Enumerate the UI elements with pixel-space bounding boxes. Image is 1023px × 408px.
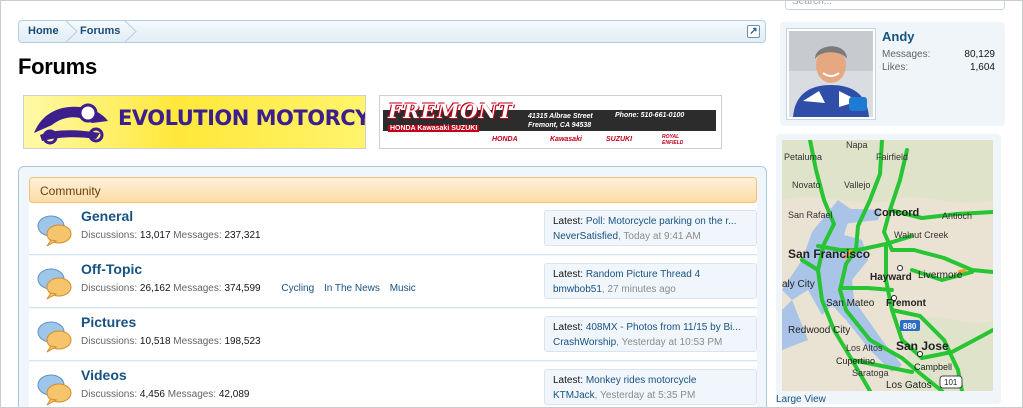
svg-text:Redwood City: Redwood City [788,325,850,336]
svg-text:Los Altos: Los Altos [846,343,883,353]
messages-count: 80,129 [964,49,995,60]
latest-post-user[interactable]: bmwbob51 [553,284,602,295]
highway-880-shield: 880 [903,322,917,331]
svg-text:San Mateo: San Mateo [826,298,875,309]
forum-node-pictures: Pictures Discussions: 10,518 Messages: 1… [29,309,757,361]
forum-chat-bubbles-icon [37,321,72,353]
svg-text:Hayward: Hayward [870,272,912,283]
likes-count: 1,604 [969,62,995,73]
page-title: Forums [18,54,97,79]
visitor-panel: Andy Messages: 80,129 Likes: 1,604 [780,22,1005,126]
breadcrumb-home[interactable]: Home [28,21,59,42]
svg-text:Campbell: Campbell [914,362,952,372]
forum-title[interactable]: General [81,208,133,224]
search-input[interactable]: Search... [785,0,1005,10]
latest-post: Latest: 408MX - Photos from 11/15 by Bi.… [544,316,757,352]
latest-post-user[interactable]: CrashWorship [553,337,616,348]
username[interactable]: Andy [882,29,915,44]
svg-text:Novato: Novato [792,180,821,190]
svg-text:San Jose: San Jose [896,339,949,353]
forum-chat-bubbles-icon [37,374,72,406]
latest-post: Latest: Random Picture Thread 4 bmwbob51… [544,263,757,299]
breadcrumb-separator-icon [124,20,137,43]
forum-stats: Discussions: 26,162 Messages: 374,599 Cy… [81,283,416,294]
latest-post-link[interactable]: Poll: Motorcycle parking on the r... [586,216,737,227]
traffic-map[interactable]: Napa Fairfield Petaluma Novato Vallejo S… [782,140,993,391]
latest-post: Latest: Monkey rides motorcycle KTMJack,… [544,369,757,405]
fremont-address: 41315 Albrae Street Fremont, CA 94538 [528,113,593,129]
svg-text:San Francisco: San Francisco [788,247,870,261]
messages-label: Messages: [882,49,931,60]
forum-title[interactable]: Pictures [81,314,136,330]
forum-node-general: General Discussions: 13,017 Messages: 23… [29,203,757,255]
subforum-link-music[interactable]: Music [390,283,416,294]
forum-chat-bubbles-icon [37,215,72,247]
subforum-link-cycling[interactable]: Cycling [281,283,314,294]
breadcrumb-forums[interactable]: Forums [80,21,120,42]
traffic-map-widget: Napa Fairfield Petaluma Novato Vallejo S… [776,134,1001,405]
svg-text:Livermore: Livermore [918,270,963,281]
large-view-link[interactable]: Large View [776,394,826,405]
svg-text:Cupertino: Cupertino [836,356,875,366]
jump-to-page-icon[interactable]: ↗ [747,25,760,38]
svg-text:Fairfield: Fairfield [876,152,908,162]
community-category: Community General Discussions: 13,017 Me… [18,166,767,408]
brand-suzuki: SUZUKI [606,136,633,143]
brand-honda: HONDA [492,136,518,143]
fremont-dealer-banner[interactable]: FREMONT HONDA Kawasaki SUZUKI 41315 Albr… [379,95,722,149]
category-title: Community [40,184,101,198]
svg-text:San Rafael: San Rafael [788,210,833,220]
brand-royal-enfield: ROYAL ENFIELD [662,134,684,146]
forum-node-videos: Videos Discussions: 4,456 Messages: 42,0… [29,362,757,408]
forum-stats: Discussions: 13,017 Messages: 237,321 [81,230,261,241]
likes-label: Likes: [882,62,909,73]
latest-post-link[interactable]: Monkey rides motorcycle [586,375,697,386]
forum-chat-bubbles-icon [37,268,72,300]
svg-text:Vallejo: Vallejo [844,180,870,190]
svg-text:Antioch: Antioch [942,211,972,221]
forum-stats: Discussions: 10,518 Messages: 198,523 [81,336,261,347]
fremont-makes-text: HONDA Kawasaki SUZUKI [388,125,480,132]
svg-text:Walnut Creek: Walnut Creek [894,230,949,240]
brand-kawasaki: Kawasaki [550,136,582,143]
latest-post-user[interactable]: NeverSatisfied [553,231,618,242]
forum-node-off-topic: Off-Topic Discussions: 26,162 Messages: … [29,256,757,308]
svg-text:aly City: aly City [782,279,815,290]
evolution-motorcycles-banner[interactable]: EVOLUTION MOTORCYCLES [23,95,366,149]
svg-text:Petaluma: Petaluma [784,152,822,162]
svg-text:Napa: Napa [846,140,868,150]
subforum-link-in-the-news[interactable]: In The News [324,283,380,294]
user-avatar-photo [789,31,873,117]
svg-text:Los Gatos: Los Gatos [886,380,932,391]
motorcycle-rider-logo [34,103,108,145]
category-header[interactable]: Community [29,177,757,203]
forum-title[interactable]: Videos [81,367,127,383]
svg-text:Saratoga: Saratoga [852,368,889,378]
forum-stats: Discussions: 4,456 Messages: 42,089 [81,389,250,400]
forum-title[interactable]: Off-Topic [81,261,142,277]
breadcrumb-separator-icon [65,20,78,43]
breadcrumb: Home Forums ↗ [18,20,766,43]
latest-post-user[interactable]: KTMJack [553,390,595,401]
latest-post-link[interactable]: Random Picture Thread 4 [586,269,700,280]
latest-post: Latest: Poll: Motorcycle parking on the … [544,210,757,246]
avatar[interactable] [786,28,876,120]
fremont-phone: Phone: 510-661-0100 [615,112,685,119]
svg-text:Concord: Concord [874,207,919,219]
latest-post-link[interactable]: 408MX - Photos from 11/15 by Bi... [586,322,741,333]
fremont-logo-text: FREMONT [388,99,514,123]
highway-101-shield: 101 [944,378,958,387]
evolution-banner-text: EVOLUTION MOTORCYCLES [118,106,365,130]
